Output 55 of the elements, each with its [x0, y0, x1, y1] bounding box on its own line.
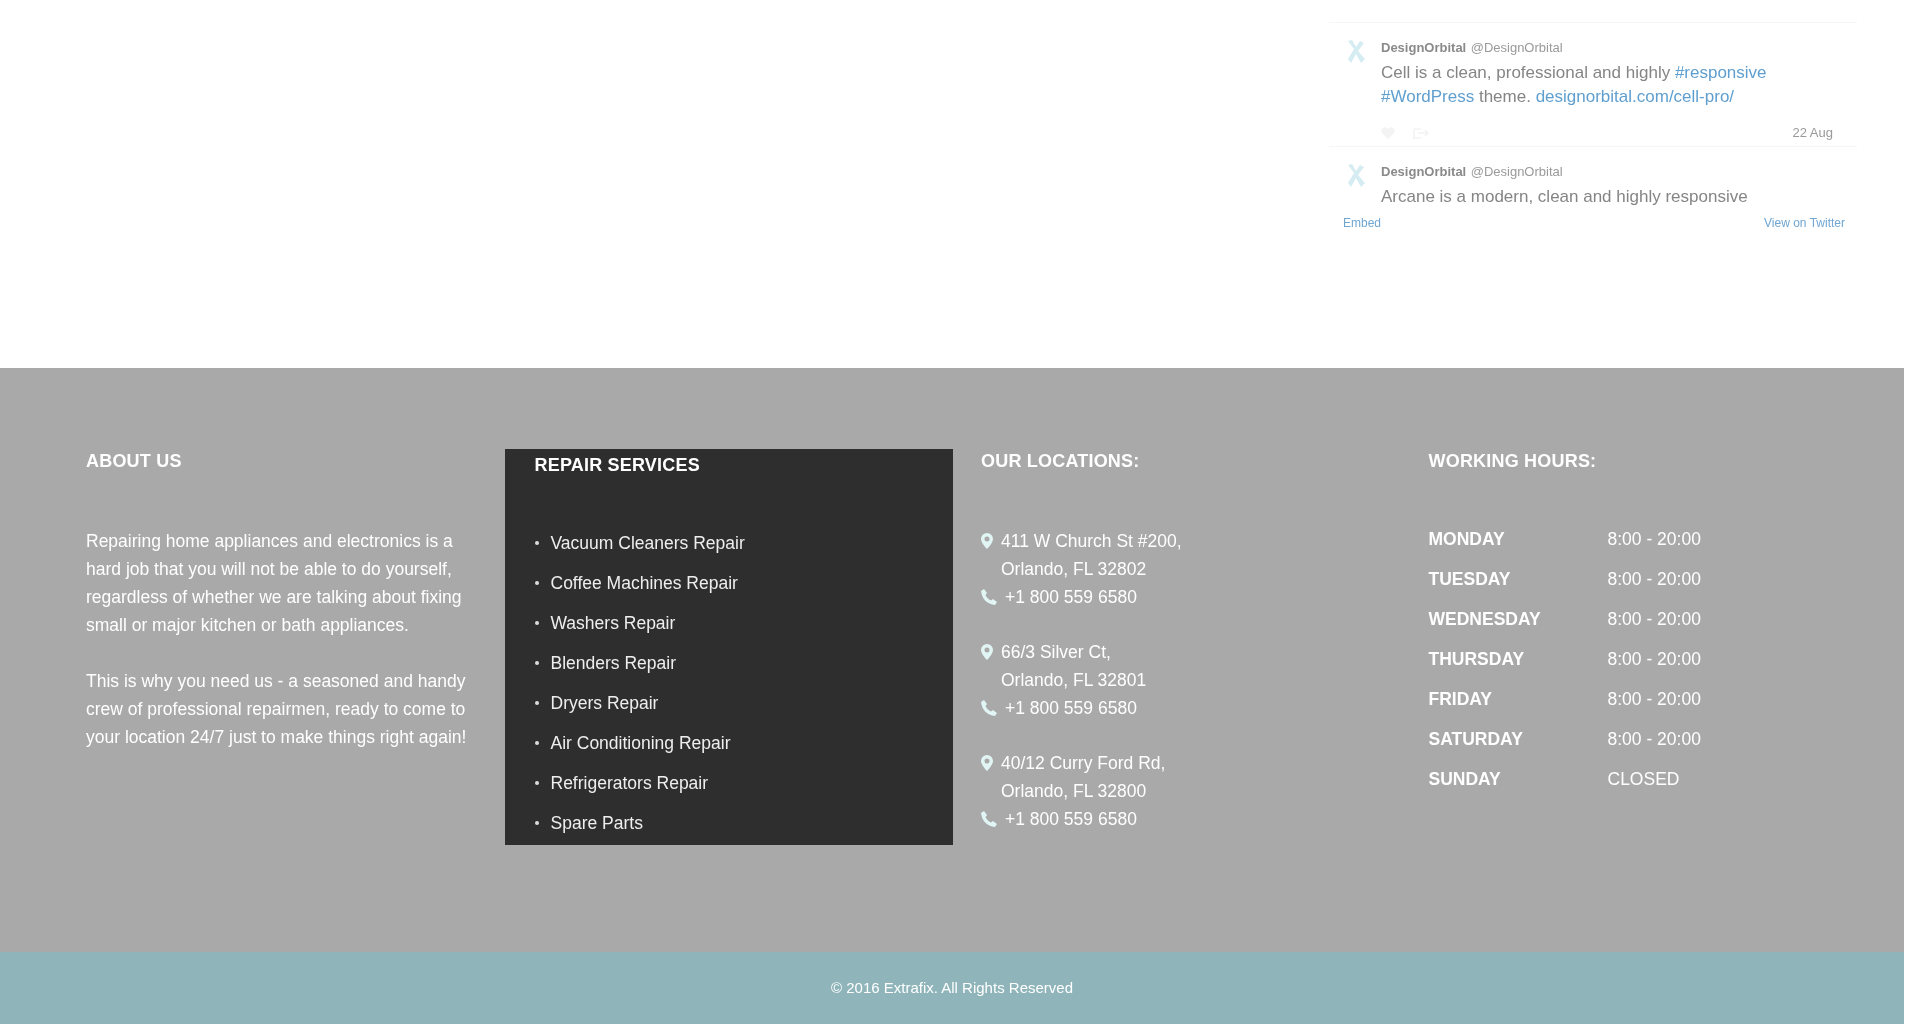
day-label: FRIDAY — [1428, 687, 1494, 711]
hours-text: CLOSED — [1607, 767, 1680, 791]
service-link[interactable]: Blenders Repair — [550, 649, 676, 677]
map-pin-icon — [981, 644, 993, 660]
service-link[interactable]: Washers Repair — [550, 609, 676, 637]
tweet-text: Cell is a clean, professional and highly #responsive #WordPress theme. designorbital.com/cell-pro/ — [1381, 62, 1768, 108]
address: 66/3 Silver Ct, Orlando, FL 32801 — [1001, 641, 1147, 692]
day-label: SUNDAY — [1428, 767, 1502, 791]
phone-icon — [981, 811, 997, 827]
hours-text: 8:00 - 20:00 — [1607, 567, 1701, 591]
phone-icon — [981, 700, 997, 716]
hours-text: 8:00 - 20:00 — [1607, 527, 1701, 551]
day-label: SATURDAY — [1428, 727, 1524, 751]
phone-icon — [981, 589, 997, 605]
bullet-icon — [534, 781, 539, 785]
author-name: DesignOrbital — [1381, 40, 1467, 55]
bullet-icon — [534, 541, 539, 545]
address: 411 W Church St #200, Orlando, FL 32802 — [1001, 530, 1182, 581]
avatar-icon — [1345, 39, 1367, 65]
section-heading: WORKING HOURS: — [1428, 450, 1598, 473]
map-pin-icon — [981, 533, 993, 549]
service-link[interactable]: Dryers Repair — [550, 689, 659, 717]
section-heading: ABOUT US — [86, 450, 183, 473]
service-link[interactable]: Coffee Machines Repair — [550, 569, 738, 597]
about-paragraph: Repairing home appliances and electronics is a hard job that you will not be able to do yourself, regardless of whether we are talking about fixing small or major kitchen or bath appliances. — [86, 530, 463, 637]
tweet-text: Arcane is a modern, clean and highly responsive — [1381, 186, 1749, 206]
hours-text: 8:00 - 20:00 — [1607, 647, 1701, 671]
day-label: MONDAY — [1428, 527, 1506, 551]
phone-number: +1 800 559 6580 — [1005, 697, 1137, 720]
copyright-text: © 2016 Extrafix. All Rights Reserved — [831, 977, 1073, 998]
phone-number: +1 800 559 6580 — [1005, 808, 1137, 831]
bullet-icon — [534, 741, 539, 745]
avatar-icon — [1345, 163, 1367, 189]
phone-number: +1 800 559 6580 — [1005, 586, 1137, 609]
map-pin-icon — [981, 755, 993, 771]
service-link[interactable]: Refrigerators Repair — [550, 769, 709, 797]
bullet-icon — [534, 701, 539, 705]
section-heading: OUR LOCATIONS: — [981, 450, 1141, 473]
author-name: DesignOrbital — [1381, 164, 1467, 179]
day-label: THURSDAY — [1428, 647, 1526, 671]
service-link[interactable]: Vacuum Cleaners Repair — [550, 529, 745, 557]
hours-text: 8:00 - 20:00 — [1607, 687, 1701, 711]
hours-text: 8:00 - 20:00 — [1607, 607, 1701, 631]
bullet-icon — [534, 821, 539, 825]
section-heading: REPAIR SERVICES — [534, 454, 701, 477]
about-paragraph: This is why you need us - a seasoned and handy crew of professional repairmen, ready to come to your location 24/7 just to make things right again! — [86, 670, 468, 749]
service-link[interactable]: Air Conditioning Repair — [550, 729, 731, 757]
bullet-icon — [534, 581, 539, 585]
day-label: TUESDAY — [1428, 567, 1512, 591]
bullet-icon — [534, 661, 539, 665]
address: 40/12 Curry Ford Rd, Orlando, FL 32800 — [1001, 752, 1166, 803]
service-link[interactable]: Spare Parts — [550, 809, 643, 837]
day-label: WEDNESDAY — [1428, 607, 1542, 631]
bullet-icon — [534, 621, 539, 625]
hours-text: 8:00 - 20:00 — [1607, 727, 1701, 751]
